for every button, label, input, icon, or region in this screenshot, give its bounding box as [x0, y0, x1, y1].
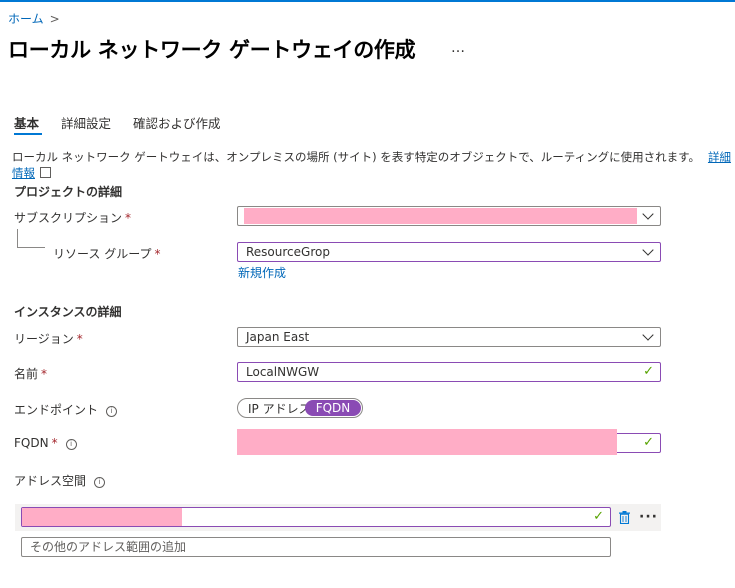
endpoint-toggle[interactable]: IP アドレス FQDN [237, 398, 363, 418]
redacted-fqdn [237, 429, 617, 455]
row-more-options-icon[interactable]: ··· [639, 509, 658, 525]
subscription-label-text: サブスクリプション [14, 211, 123, 225]
required-marker: * [154, 247, 161, 261]
project-details-heading: プロジェクトの詳細 [14, 185, 123, 199]
region-label-text: リージョン [14, 332, 74, 346]
chevron-down-icon [642, 244, 654, 256]
instance-details-heading: インスタンスの詳細 [14, 305, 122, 319]
checkmark-icon: ✓ [593, 509, 604, 524]
add-address-range-input[interactable]: その他のアドレス範囲の追加 [21, 537, 611, 557]
address-space-label: アドレス空間 i [14, 472, 106, 489]
region-value: Japan East [246, 330, 310, 344]
info-icon[interactable]: i [65, 439, 77, 450]
endpoint-option-ip[interactable]: IP アドレス [248, 400, 311, 417]
address-space-label-text: アドレス空間 [14, 474, 87, 488]
name-label-text: 名前 [14, 367, 39, 381]
more-options-icon[interactable]: … [451, 40, 465, 56]
region-dropdown[interactable]: Japan East [237, 327, 661, 347]
tab-review-create[interactable]: 確認および作成 [133, 113, 221, 132]
page-description: ローカル ネットワーク ゲートウェイは、オンプレミスの場所 (サイト) を表す特… [12, 149, 735, 181]
delete-icon[interactable] [619, 511, 630, 524]
fqdn-label: FQDN * i [14, 436, 77, 451]
add-address-range-placeholder: その他のアドレス範囲の追加 [30, 540, 187, 554]
required-marker: * [76, 332, 83, 346]
tree-connector-horizontal [17, 247, 45, 248]
resource-group-value: ResourceGrop [246, 245, 330, 259]
tree-connector-vertical [17, 229, 18, 247]
redacted-address [22, 508, 182, 526]
region-label: リージョン * [14, 330, 83, 347]
tab-basics[interactable]: 基本 [14, 113, 39, 132]
resource-group-dropdown[interactable]: ResourceGrop [237, 242, 661, 262]
endpoint-label-text: エンドポイント [14, 403, 99, 417]
breadcrumb-home-link[interactable]: ホーム [8, 12, 44, 26]
top-accent-line [0, 0, 735, 2]
create-new-link[interactable]: 新規作成 [238, 264, 286, 281]
required-marker: * [41, 367, 48, 381]
fqdn-label-text: FQDN [14, 436, 49, 450]
name-input[interactable]: LocalNWGW ✓ [237, 362, 661, 382]
checkmark-icon: ✓ [643, 364, 654, 379]
resource-group-label-text: リソース グループ [53, 247, 152, 261]
info-icon[interactable]: i [94, 477, 106, 488]
endpoint-label: エンドポイント i [14, 401, 118, 418]
external-link-icon [40, 167, 51, 178]
required-marker: * [125, 211, 132, 225]
chevron-down-icon [642, 329, 654, 341]
active-tab-indicator [14, 133, 42, 135]
info-icon[interactable]: i [106, 406, 118, 417]
name-value: LocalNWGW [246, 365, 320, 379]
redacted-subscription [244, 208, 637, 224]
page-title: ローカル ネットワーク ゲートウェイの作成 [8, 38, 416, 62]
description-text: ローカル ネットワーク ゲートウェイは、オンプレミスの場所 (サイト) を表す特… [12, 150, 700, 164]
endpoint-option-fqdn[interactable]: FQDN [305, 400, 361, 416]
checkmark-icon: ✓ [643, 435, 654, 450]
name-label: 名前 * [14, 365, 47, 382]
subscription-dropdown[interactable] [237, 206, 661, 226]
breadcrumb: ホーム > [8, 10, 60, 27]
breadcrumb-separator: > [49, 12, 60, 26]
chevron-down-icon [642, 208, 654, 220]
required-marker: * [51, 436, 58, 450]
resource-group-label: リソース グループ * [53, 245, 161, 262]
tab-advanced[interactable]: 詳細設定 [61, 113, 111, 132]
subscription-label: サブスクリプション * [14, 209, 131, 226]
